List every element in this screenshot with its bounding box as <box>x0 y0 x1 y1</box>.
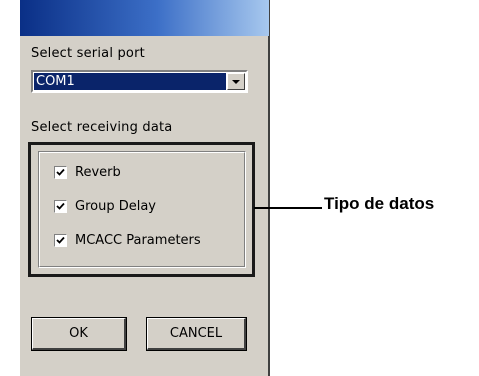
serial-port-value[interactable]: COM1 <box>34 73 226 90</box>
checkbox-box[interactable] <box>54 233 67 247</box>
chevron-down-icon <box>232 80 240 84</box>
checkbox-label: Reverb <box>75 164 121 180</box>
title-bar[interactable] <box>20 0 269 36</box>
callout-label: Tipo de datos <box>324 194 435 213</box>
serial-port-label: Select serial port <box>31 46 145 61</box>
checkbox-reverb[interactable]: Reverb <box>54 164 121 180</box>
checkbox-mcacc-parameters[interactable]: MCACC Parameters <box>54 232 201 248</box>
checkbox-box[interactable] <box>54 165 67 179</box>
dropdown-button[interactable] <box>227 73 245 90</box>
receiving-data-label: Select receiving data <box>31 120 173 135</box>
checkbox-group-delay[interactable]: Group Delay <box>54 198 156 214</box>
cancel-button[interactable]: CANCEL <box>146 317 247 351</box>
callout-line <box>254 207 322 209</box>
checkmark-icon <box>56 202 65 210</box>
checkmark-icon <box>56 168 65 176</box>
serial-settings-dialog: Select serial port COM1 Select receiving… <box>19 0 270 376</box>
checkbox-label: MCACC Parameters <box>75 232 201 248</box>
checkbox-box[interactable] <box>54 199 67 213</box>
serial-port-select[interactable]: COM1 <box>31 70 248 93</box>
page: Select serial port COM1 Select receiving… <box>0 0 479 376</box>
checkbox-label: Group Delay <box>75 198 156 214</box>
ok-button[interactable]: OK <box>31 317 127 351</box>
checkmark-icon <box>56 236 65 244</box>
